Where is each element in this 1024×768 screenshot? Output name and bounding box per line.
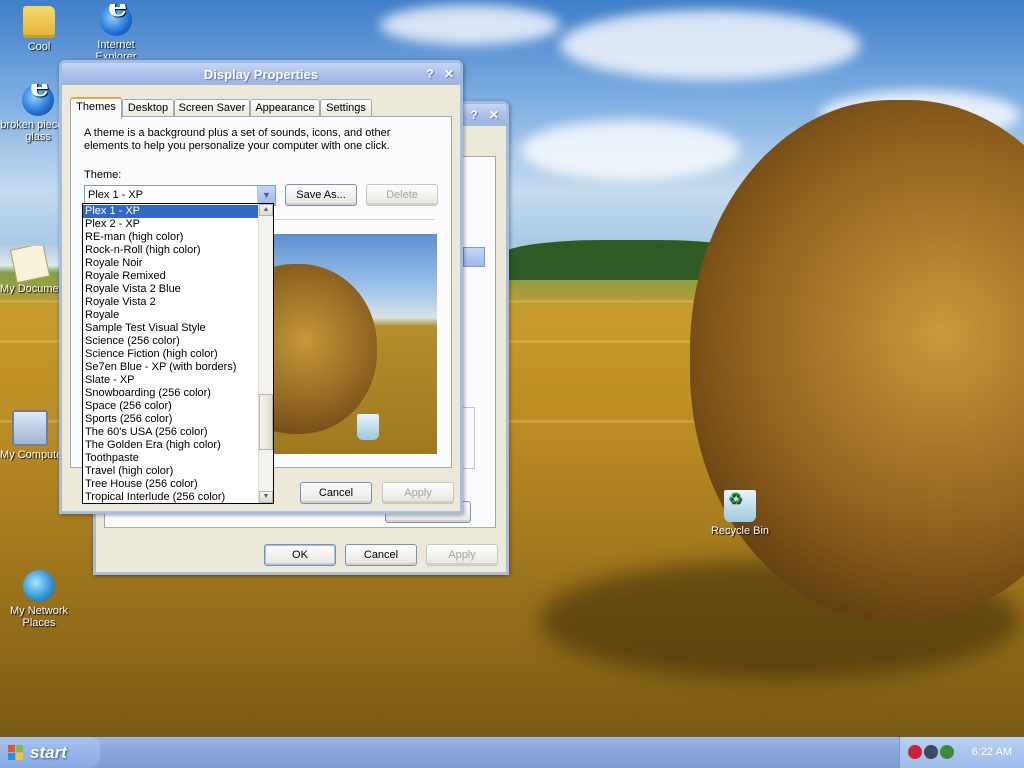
theme-list-item[interactable]: Royale Vista 2	[83, 296, 258, 309]
cancel-button[interactable]: Cancel	[300, 482, 372, 504]
desktop-icon-recycle-bin[interactable]: Recycle Bin	[702, 490, 778, 537]
theme-list-item[interactable]: Royale Vista 2 Blue	[83, 283, 258, 296]
cloud	[520, 120, 740, 180]
theme-list-item[interactable]: Tropical Interlude (256 color)	[83, 491, 258, 504]
desktop: Cool Internet Explorer broken piece of g…	[0, 0, 1024, 737]
tab-themes[interactable]: Themes	[70, 97, 122, 119]
theme-list-item[interactable]: Plex 2 - XP	[83, 218, 258, 231]
theme-list-item[interactable]: Rock-n-Roll (high color)	[83, 244, 258, 257]
theme-combo-value: Plex 1 - XP	[88, 189, 144, 201]
windows-flag-icon	[8, 745, 24, 761]
theme-list-item[interactable]: RE-man (high color)	[83, 231, 258, 244]
scroll-thumb[interactable]	[259, 394, 273, 450]
theme-list-item[interactable]: Sports (256 color)	[83, 413, 258, 426]
ok-button[interactable]: OK	[264, 544, 336, 566]
system-tray: 6:22 AM	[899, 737, 1024, 768]
theme-list-item[interactable]: Se7en Blue - XP (with borders)	[83, 361, 258, 374]
hay-bale	[690, 100, 1024, 620]
preview-recycle-bin-icon	[357, 414, 379, 440]
cancel-button[interactable]: Cancel	[345, 544, 417, 566]
save-as-button[interactable]: Save As...	[285, 184, 357, 206]
theme-list-item[interactable]: Royale	[83, 309, 258, 322]
desktop-icon-my-network-places[interactable]: My Network Places	[1, 570, 77, 629]
theme-list-item[interactable]: Travel (high color)	[83, 465, 258, 478]
desktop-icon-internet-explorer[interactable]: Internet Explorer	[78, 4, 154, 58]
theme-label: Theme:	[84, 169, 122, 181]
start-label: start	[30, 743, 67, 762]
my-documents-icon	[9, 246, 51, 284]
security-shield-icon[interactable]	[908, 745, 922, 759]
theme-dropdown-items: Plex 1 - XP Plex 2 - XP RE-man (high color…	[83, 205, 258, 504]
theme-dropdown-list[interactable]: Plex 1 - XP Plex 2 - XP RE-man (high color…	[82, 203, 274, 504]
theme-list-item[interactable]: Plex 1 - XP	[83, 205, 258, 218]
theme-list-item[interactable]: Royale Noir	[83, 257, 258, 270]
theme-list-item[interactable]: Science (256 color)	[83, 335, 258, 348]
network-places-icon	[23, 570, 55, 602]
cloud	[380, 5, 560, 45]
scroll-down-icon[interactable]: ▼	[259, 491, 273, 503]
theme-list-item[interactable]: Toothpaste	[83, 452, 258, 465]
volume-icon[interactable]	[940, 745, 954, 759]
chevron-down-icon[interactable]	[463, 247, 485, 267]
dropdown-scrollbar[interactable]: ▲ ▼	[258, 204, 273, 503]
theme-list-item[interactable]: Science Fiction (high color)	[83, 348, 258, 361]
apply-button[interactable]: Apply	[382, 482, 454, 504]
clock[interactable]: 6:22 AM	[972, 746, 1012, 758]
theme-list-item[interactable]: Slate - XP	[83, 374, 258, 387]
help-icon[interactable]: ?	[422, 66, 438, 82]
tab-settings[interactable]: Settings	[320, 99, 372, 117]
window-title: Display Properties	[203, 67, 319, 82]
help-icon[interactable]: ?	[466, 107, 482, 123]
theme-list-item[interactable]: Snowboarding (256 color)	[83, 387, 258, 400]
theme-list-item[interactable]: The Golden Era (high color)	[83, 439, 258, 452]
network-icon[interactable]	[924, 745, 938, 759]
taskbar: start 6:22 AM	[0, 737, 1024, 768]
theme-list-item[interactable]: Space (256 color)	[83, 400, 258, 413]
tab-appearance[interactable]: Appearance	[250, 99, 320, 117]
my-computer-icon	[12, 410, 48, 446]
internet-explorer-icon	[100, 4, 132, 36]
close-icon[interactable]: ✕	[486, 107, 502, 123]
recycle-bin-icon	[724, 490, 756, 522]
folder-icon	[23, 6, 55, 38]
start-button[interactable]: start	[0, 737, 100, 768]
desktop-icon-my-documents[interactable]: My Documents	[0, 246, 60, 295]
theme-list-item[interactable]: Royale Remixed	[83, 270, 258, 283]
desktop-icon-my-computer[interactable]: My Computer	[0, 410, 60, 461]
scroll-up-icon[interactable]: ▲	[259, 204, 273, 216]
themes-description: A theme is a background plus a set of so…	[84, 127, 391, 152]
delete-button[interactable]: Delete	[366, 184, 438, 206]
cloud	[560, 10, 860, 80]
display-properties-titlebar[interactable]: Display Properties ? ✕	[62, 63, 460, 85]
tab-desktop[interactable]: Desktop	[122, 99, 174, 117]
theme-list-item[interactable]: Sample Test Visual Style	[83, 322, 258, 335]
tab-screen-saver[interactable]: Screen Saver	[174, 99, 250, 117]
shortcut-ie-icon	[22, 84, 54, 116]
theme-list-item[interactable]: The 60's USA (256 color)	[83, 426, 258, 439]
desktop-icon-cool[interactable]: Cool	[1, 6, 77, 53]
close-icon[interactable]: ✕	[441, 66, 457, 82]
theme-list-item[interactable]: Tree House (256 color)	[83, 478, 258, 491]
apply-button[interactable]: Apply	[426, 544, 498, 566]
